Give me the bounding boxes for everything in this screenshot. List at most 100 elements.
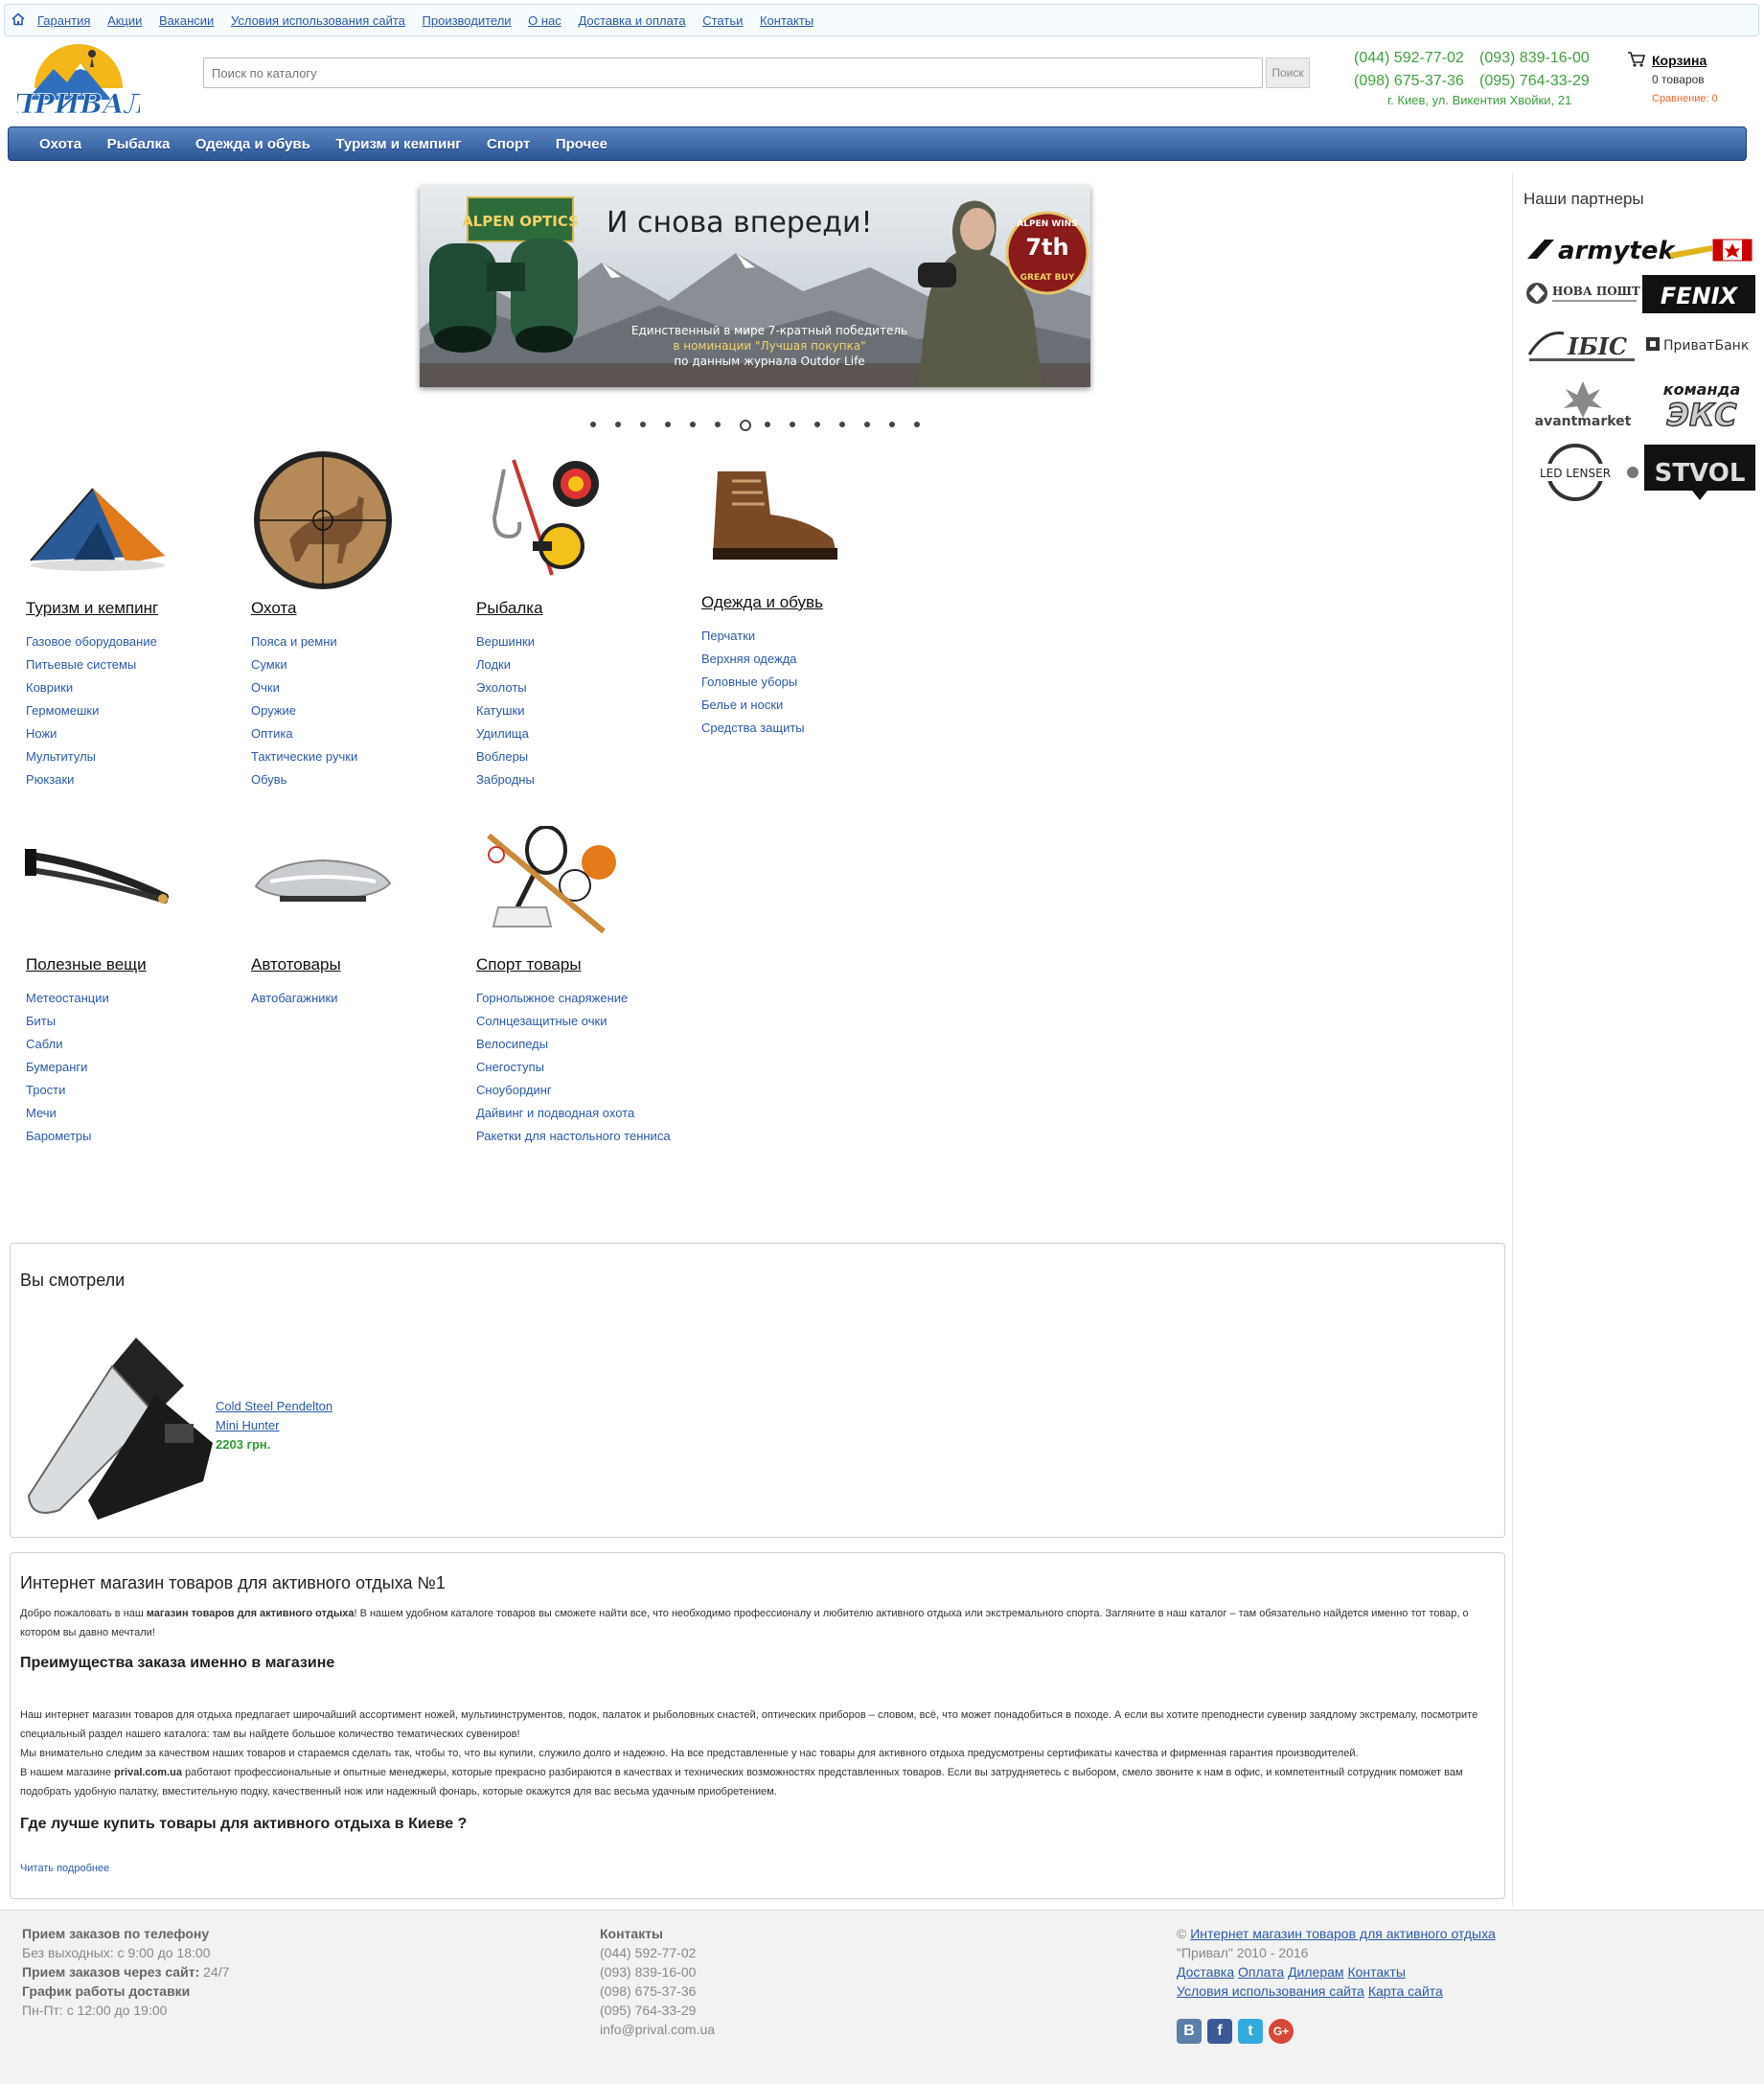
- footer-sitemap-link[interactable]: Карта сайта: [1368, 1983, 1443, 1999]
- partner-logo-avantmarket[interactable]: avantmarket: [1525, 378, 1640, 431]
- category-sport-title[interactable]: Спорт товары: [476, 955, 582, 974]
- footer-email[interactable]: info@prival.com.ua: [600, 2022, 715, 2037]
- cart-link[interactable]: Корзина: [1652, 53, 1707, 68]
- footer-delivery-link[interactable]: Доставка: [1177, 1964, 1234, 1980]
- category-link[interactable]: Оптика: [251, 722, 357, 745]
- google-plus-icon[interactable]: G+: [1269, 2019, 1294, 2044]
- twitter-icon[interactable]: t: [1238, 2019, 1263, 2044]
- category-auto-title[interactable]: Автотовары: [251, 955, 341, 974]
- product-name-link[interactable]: Cold Steel Pendelton: [216, 1399, 332, 1413]
- category-link[interactable]: Трости: [26, 1079, 109, 1102]
- mainnav-other[interactable]: Прочее: [556, 136, 607, 152]
- partner-logo-fenix[interactable]: FENIX: [1642, 275, 1755, 313]
- category-link[interactable]: Удилища: [476, 722, 535, 745]
- mainnav-clothing[interactable]: Одежда и обувь: [195, 136, 310, 152]
- banner-dot[interactable]: [889, 422, 895, 427]
- category-link[interactable]: Ракетки для настольного тенниса: [476, 1125, 671, 1148]
- banner-dot[interactable]: [690, 422, 696, 427]
- topnav-articles-link[interactable]: Статьи: [702, 13, 743, 28]
- partner-logo-ibis[interactable]: ІБІС: [1525, 326, 1640, 364]
- footer-home-link[interactable]: Интернет магазин товаров для активного о…: [1190, 1926, 1496, 1941]
- category-link[interactable]: Сумки: [251, 653, 357, 676]
- topnav-guarantee-link[interactable]: Гарантия: [37, 13, 90, 28]
- category-clothing-title[interactable]: Одежда и обувь: [701, 593, 823, 612]
- category-link[interactable]: Бумеранги: [26, 1056, 109, 1079]
- search-button[interactable]: Поиск: [1266, 57, 1310, 88]
- category-link[interactable]: Тактические ручки: [251, 745, 357, 768]
- vk-icon[interactable]: В: [1177, 2019, 1202, 2044]
- scope-icon[interactable]: [251, 448, 395, 592]
- partner-logo-led-lenser[interactable]: LED LENSER: [1525, 443, 1640, 502]
- category-link[interactable]: Автобагажники: [251, 987, 337, 1010]
- category-fishing-title[interactable]: Рыбалка: [476, 599, 543, 618]
- read-more-link[interactable]: Читать подробнее: [20, 1863, 109, 1874]
- fishing-icon[interactable]: [475, 450, 609, 594]
- partner-logo-privatbank[interactable]: ПриватБанк: [1644, 333, 1757, 356]
- category-link[interactable]: Очки: [251, 676, 357, 699]
- footer-payment-link[interactable]: Оплата: [1238, 1964, 1284, 1980]
- sports-equipment-icon[interactable]: [479, 826, 623, 936]
- banner-dot[interactable]: [839, 422, 845, 427]
- topnav-contacts-link[interactable]: Контакты: [760, 13, 813, 28]
- category-camping-title[interactable]: Туризм и кемпинг: [26, 599, 158, 618]
- category-link[interactable]: Ножи: [26, 722, 157, 745]
- category-link[interactable]: Метеостанции: [26, 987, 109, 1010]
- banner-dot[interactable]: [715, 422, 721, 427]
- category-link[interactable]: Биты: [26, 1010, 109, 1033]
- category-link[interactable]: Перчатки: [701, 625, 805, 648]
- category-link[interactable]: Вершинки: [476, 630, 535, 653]
- banner-dot[interactable]: [765, 422, 770, 427]
- banner-dot[interactable]: [740, 420, 751, 431]
- sword-icon[interactable]: [21, 841, 174, 908]
- category-link[interactable]: Газовое оборудование: [26, 630, 157, 653]
- topnav-vacancies-link[interactable]: Вакансии: [159, 13, 214, 28]
- category-link[interactable]: Воблеры: [476, 745, 535, 768]
- mainnav-hunting[interactable]: Охота: [39, 136, 81, 152]
- category-link[interactable]: Горнолыжное снаряжение: [476, 987, 671, 1010]
- banner-dot[interactable]: [665, 422, 671, 427]
- tent-icon[interactable]: [21, 469, 174, 575]
- category-link[interactable]: Велосипеды: [476, 1033, 671, 1056]
- banner-dot[interactable]: [590, 422, 596, 427]
- roof-box-icon[interactable]: [251, 853, 395, 910]
- footer-dealers-link[interactable]: Дилерам: [1288, 1964, 1343, 1980]
- footer-terms-link[interactable]: Условия использования сайта: [1177, 1983, 1364, 1999]
- category-hunting-title[interactable]: Охота: [251, 599, 296, 618]
- category-link[interactable]: Средства защиты: [701, 717, 805, 740]
- partner-logo-stvol[interactable]: STVOL: [1644, 445, 1755, 502]
- category-link[interactable]: Рюкзаки: [26, 768, 157, 791]
- topnav-terms-link[interactable]: Условия использования сайта: [231, 13, 405, 28]
- compare-link[interactable]: Сравнение: 0: [1652, 93, 1718, 104]
- category-link[interactable]: Головные уборы: [701, 671, 805, 694]
- knife-product-image[interactable]: [21, 1328, 213, 1522]
- footer-contacts-link[interactable]: Контакты: [1347, 1964, 1405, 1980]
- banner-dot[interactable]: [640, 422, 646, 427]
- promo-banner[interactable]: ALPEN OPTICS И снова впереди! ALPEN WINS…: [420, 186, 1090, 387]
- home-icon[interactable]: [11, 11, 26, 27]
- topnav-promo-link[interactable]: Акции: [107, 13, 142, 28]
- partner-logo-nova-poshta[interactable]: НОВА ПОШТА: [1525, 280, 1640, 309]
- cart-icon[interactable]: [1627, 51, 1646, 68]
- category-link[interactable]: Оружие: [251, 699, 357, 722]
- banner-dot[interactable]: [790, 422, 795, 427]
- category-link[interactable]: Забродны: [476, 768, 535, 791]
- banner-dot[interactable]: [914, 422, 920, 427]
- topnav-delivery-link[interactable]: Доставка и оплата: [578, 13, 685, 28]
- category-link[interactable]: Белье и носки: [701, 694, 805, 717]
- category-link[interactable]: Верхняя одежда: [701, 648, 805, 671]
- category-link[interactable]: Лодки: [476, 653, 535, 676]
- category-link[interactable]: Снегоступы: [476, 1056, 671, 1079]
- category-useful-title[interactable]: Полезные вещи: [26, 955, 147, 974]
- facebook-icon[interactable]: f: [1207, 2019, 1232, 2044]
- mainnav-camping[interactable]: Туризм и кемпинг: [335, 136, 461, 152]
- category-link[interactable]: Обувь: [251, 768, 357, 791]
- partner-logo-armytek[interactable]: armytek: [1525, 234, 1755, 264]
- partner-logo-komanda-eks[interactable]: команда ЭКС: [1644, 376, 1757, 433]
- category-link[interactable]: Солнцезащитные очки: [476, 1010, 671, 1033]
- topnav-brands-link[interactable]: Производители: [423, 13, 512, 28]
- category-link[interactable]: Питьевые системы: [26, 653, 157, 676]
- category-link[interactable]: Сабли: [26, 1033, 109, 1056]
- mainnav-sport[interactable]: Спорт: [487, 136, 530, 152]
- boot-icon[interactable]: [703, 462, 843, 567]
- site-logo[interactable]: ПРИВАЛ: [8, 42, 149, 120]
